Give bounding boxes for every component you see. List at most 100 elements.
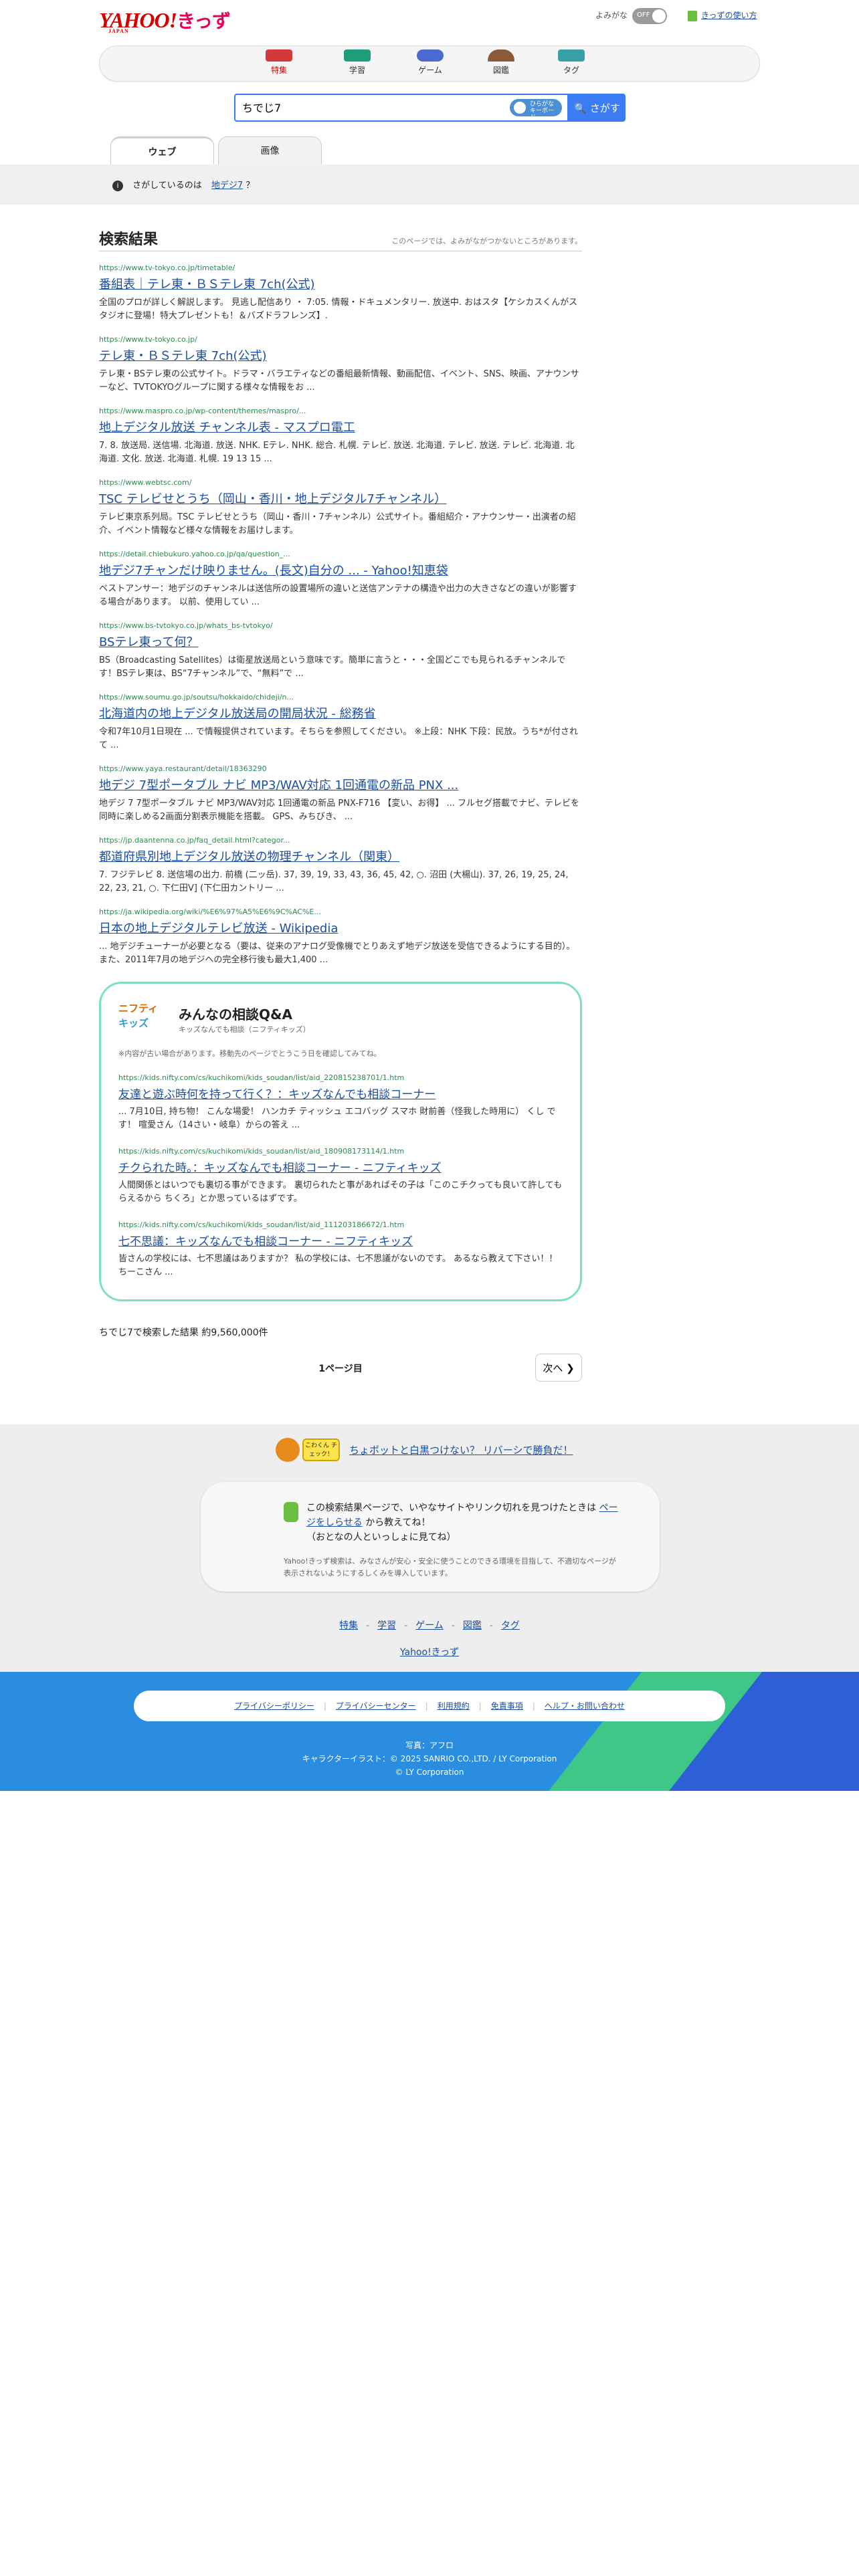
result-desc: テレビ東京系列局。TSC テレビせとうち（岡山・香川・7チャンネル）公式サイト。…	[99, 512, 576, 536]
qa-title-link[interactable]: チクられた時。：キッズなんでも相談コーナー - ニフティキッズ	[118, 1158, 563, 1175]
footer-link-tag[interactable]: タグ	[501, 1620, 520, 1631]
separator: -	[451, 1620, 455, 1631]
qa-desc: ... 7月10日, 持ち物！ こんな場愛！ ハンカチ ティッシュ エコバッグ …	[118, 1107, 556, 1130]
logo-line1: ニフティ	[118, 1002, 159, 1014]
copyright-character: キャラクターイラスト：© 2025 SANRIO CO.,LTD. / LY C…	[302, 1754, 557, 1763]
separator: |	[532, 1701, 535, 1711]
category-gakushu[interactable]: 学習	[330, 49, 384, 76]
results-header: 検索結果 このページでは、よみがながつかないところがあります。	[99, 227, 582, 251]
result-item: https://www.webtsc.com/ TSC テレビせとうち（岡山・香…	[99, 478, 582, 538]
result-title[interactable]: 番組表｜テレ東・ＢＳテレ東 7ch(公式)	[99, 275, 582, 292]
terms-link[interactable]: 利用規約	[438, 1701, 470, 1711]
suggestion-link[interactable]: 地デジ7	[211, 181, 243, 191]
qa-title-link[interactable]: 友達と遊ぶ時何を持って行く？：キッズなんでも相談コーナー	[118, 1085, 563, 1101]
result-url: https://www.webtsc.com/	[99, 478, 192, 487]
result-desc: 全国のプロが詳しく解説します。 見逃し配信あり ・ 7:05. 情報・ドキュメン…	[99, 298, 578, 321]
results-note: このページでは、よみがながつかないところがあります。	[391, 237, 582, 245]
result-title[interactable]: 地デジ 7型ポータブル ナビ MP3/WAV対応 1回通電の新品 PNX ...	[99, 776, 582, 793]
result-title[interactable]: 地デジ7チャンだけ映りません。(長文)自分の ... - Yahoo!知恵袋	[99, 561, 582, 578]
copyright-photo: 写真：アフロ	[405, 1741, 454, 1750]
category-label: タグ	[563, 66, 579, 75]
result-title[interactable]: 北海道内の地上デジタル放送局の開局状況 - 総務省	[99, 704, 582, 722]
result-item: https://detail.chiebukuro.yahoo.co.jp/qa…	[99, 550, 582, 609]
category-label: 図鑑	[492, 66, 509, 75]
result-title[interactable]: BSテレ東って何？	[99, 633, 582, 650]
search-bar: ひらがな キーボード 🔍 さがす	[234, 94, 626, 122]
result-item: https://www.yaya.restaurant/detail/18363…	[99, 764, 582, 824]
suggestion-prefix: さがしているのは	[132, 181, 202, 191]
qa-title: みんなの相談Q&A	[179, 1006, 292, 1023]
separator: |	[478, 1701, 482, 1711]
footer-link-game[interactable]: ゲーム	[415, 1620, 444, 1631]
next-page-button[interactable]: 次へ ❯	[535, 1354, 582, 1382]
result-item: https://www.bs-tvtokyo.co.jp/whats_bs-tv…	[99, 621, 582, 681]
qa-subtitle: キッズなんでも相談（ニフティキッズ）	[179, 1025, 310, 1034]
footer-home-link[interactable]: Yahoo!きっず	[400, 1647, 459, 1658]
result-item: https://www.maspro.co.jp/wp-content/them…	[99, 407, 582, 466]
result-url: https://www.bs-tvtokyo.co.jp/whats_bs-tv…	[99, 621, 273, 630]
howto-link-text[interactable]: きっずの使い方	[701, 11, 757, 20]
category-label: 特集	[270, 66, 287, 75]
suggestion-bar: i さがしているのは 地デジ7 ？	[0, 165, 859, 205]
result-url: https://www.yaya.restaurant/detail/18363…	[99, 764, 267, 773]
result-title[interactable]: 都道府県別地上デジタル放送の物理チャンネル（関東）	[99, 847, 582, 865]
keyboard-label: ひらがな キーボード	[530, 101, 555, 121]
result-title[interactable]: テレ東・ＢＳテレ東 7ch(公式)	[99, 346, 582, 364]
separator: -	[489, 1620, 493, 1631]
result-desc: ... 地デジチューナーが必要となる（要は、従来のアナログ受像機でとりあえず地デ…	[99, 942, 575, 965]
logo-line2: キッズ	[118, 1017, 149, 1029]
result-title[interactable]: TSC テレビせとうち（岡山・香川・地上デジタル7チャンネル）	[99, 490, 582, 507]
separator: |	[323, 1701, 326, 1711]
reversi-promo: こわくん チェック！ ちょボットと白黒つけない？ リバーシで勝負だ！	[276, 1438, 597, 1469]
yomigana-toggle[interactable]: OFF	[632, 8, 667, 24]
keyboard-icon	[514, 102, 526, 114]
report-msg-line2: （おとなの人といっしょに見てね）	[306, 1532, 456, 1543]
result-desc: 7. 8. 放送局. 送信場. 北海道. 放送. NHK. Eテレ. NHK. …	[99, 441, 575, 464]
copyright-ly: © LY Corporation	[395, 1767, 464, 1777]
footer-link-tokushu[interactable]: 特集	[339, 1620, 358, 1631]
footer-link-zukan[interactable]: 図鑑	[463, 1620, 482, 1631]
privacy-policy-link[interactable]: プライバシーポリシー	[234, 1701, 314, 1711]
result-item: https://ja.wikipedia.org/wiki/%E6%97%A5%…	[99, 907, 582, 967]
result-desc: テレ東・BSテレ東の公式サイト。ドラマ・バラエティなどの番組最新情報、動画配信、…	[99, 369, 579, 393]
qa-desc: 人間関係とはいつでも裏切る事ができます。 裏切られたと事があればその子は「このこ…	[118, 1180, 563, 1204]
category-game[interactable]: ゲーム	[403, 49, 457, 76]
tab-web[interactable]: ウェブ	[110, 136, 214, 165]
yahoo-kids-logo[interactable]: YAHOO!きっず JAPAN	[99, 7, 231, 34]
gakushu-icon	[344, 49, 371, 62]
privacy-center-link[interactable]: プライバシーセンター	[336, 1701, 416, 1711]
category-zukan[interactable]: 図鑑	[474, 49, 528, 76]
result-title[interactable]: 日本の地上デジタルテレビ放送 - Wikipedia	[99, 919, 582, 936]
search-box: ひらがな キーボード	[234, 94, 569, 122]
results-title: 検索結果	[99, 231, 159, 248]
pagination: 1ページ目 次へ ❯	[99, 1354, 582, 1384]
kids-qa-box: ニフティ キッズ みんなの相談Q&A キッズなんでも相談（ニフティキッズ） ※内…	[99, 982, 582, 1301]
robot-icon	[276, 1438, 300, 1462]
qa-header: ニフティ キッズ みんなの相談Q&A キッズなんでも相談（ニフティキッズ）	[118, 1001, 563, 1041]
disclaimer-link[interactable]: 免責事項	[491, 1701, 523, 1711]
zukan-icon	[488, 49, 514, 62]
qa-title-link[interactable]: 七不思議：キッズなんでも相談コーナー - ニフティキッズ	[118, 1232, 563, 1249]
logo-japan: JAPAN	[108, 28, 129, 34]
reversi-link[interactable]: ちょボットと白黒つけない？ リバーシで勝負だ！	[349, 1444, 573, 1457]
tab-images[interactable]: 画像	[218, 136, 322, 165]
suggestion-suffix: ？	[246, 181, 255, 191]
help-link[interactable]: ヘルプ・お問い合わせ	[545, 1701, 625, 1711]
search-input[interactable]	[242, 95, 510, 119]
page: YAHOO!きっず JAPAN よみがな OFF きっずの使い方 特集 学習 ゲ…	[0, 0, 859, 122]
search-button[interactable]: 🔍 さがす	[569, 94, 626, 122]
result-item: https://www.tv-tokyo.co.jp/timetable/ 番組…	[99, 263, 582, 323]
category-tokushu[interactable]: 特集	[252, 49, 306, 76]
category-nav: 特集 学習 ゲーム 図鑑 タグ	[99, 45, 760, 82]
tokushu-icon	[266, 49, 292, 62]
legal-links: プライバシーポリシー | プライバシーセンター | 利用規約 | 免責事項 | ヘルプ・お問い合…	[134, 1691, 725, 1721]
howto-link[interactable]: きっずの使い方	[688, 9, 757, 21]
info-icon: i	[112, 181, 123, 191]
footer-link-gakushu[interactable]: 学習	[377, 1620, 396, 1631]
category-tag[interactable]: タグ	[545, 49, 598, 76]
toggle-knob	[652, 9, 666, 23]
hiragana-keyboard-button[interactable]: ひらがな キーボード	[510, 99, 562, 121]
result-title[interactable]: 地上デジタル放送 チャンネル表 - マスプロ電工	[99, 418, 582, 435]
result-desc: 令和7年10月1日現在 ... で情報提供されています。そちらを参照してください…	[99, 727, 578, 750]
result-url: https://www.soumu.go.jp/soutsu/hokkaido/…	[99, 693, 294, 702]
